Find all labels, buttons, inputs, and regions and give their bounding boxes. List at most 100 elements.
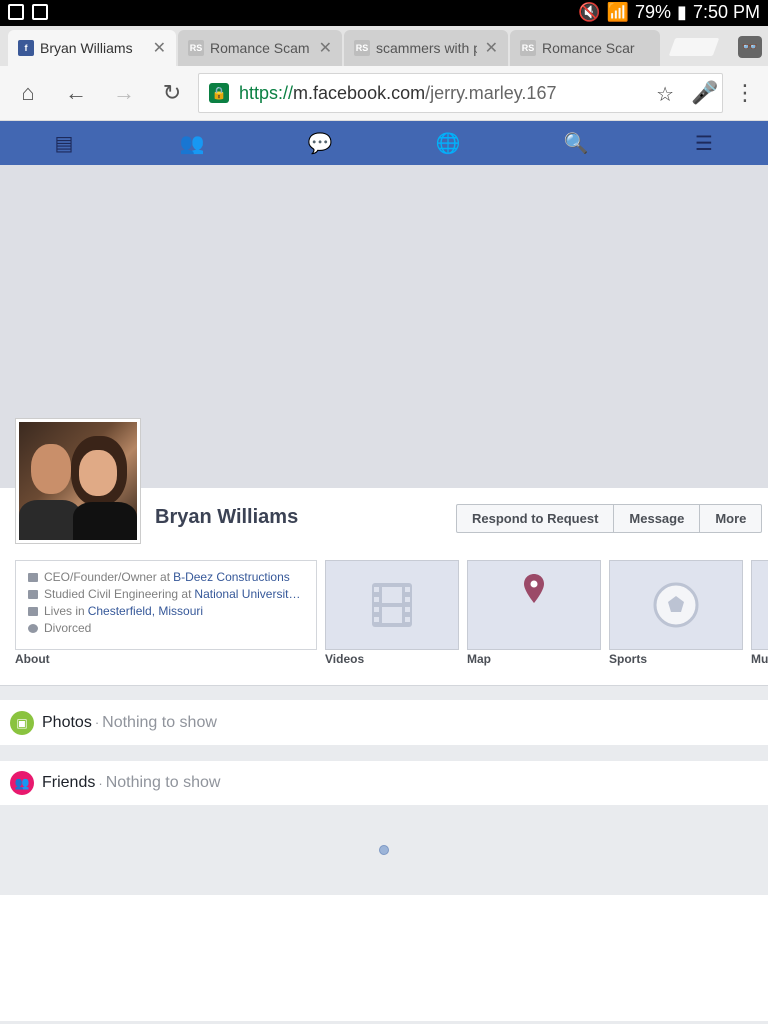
separator-dot: ·	[94, 715, 100, 730]
status-left	[8, 4, 48, 20]
profile-picture[interactable]	[15, 418, 141, 544]
photos-icon: ▣	[10, 710, 34, 735]
map-pin-icon	[524, 574, 544, 603]
url-scheme: https://	[239, 82, 294, 103]
tab-title: Romance Scar	[542, 40, 635, 56]
wifi-icon: 📶	[606, 2, 630, 22]
photo-detail	[73, 502, 137, 540]
friend-requests-icon[interactable]: 👥	[177, 128, 207, 158]
notifications-globe-icon[interactable]: 🌐	[433, 128, 463, 158]
soccer-ball-icon	[653, 582, 699, 628]
back-icon[interactable]: ←	[61, 78, 91, 108]
email-icon	[32, 4, 48, 20]
sports-label[interactable]: Sports	[609, 652, 647, 666]
separator-dot: ·	[98, 775, 103, 791]
map-tile[interactable]	[467, 560, 601, 650]
friends-section[interactable]: 👥 Friends · Nothing to show	[0, 761, 768, 805]
mic-icon[interactable]: 🎤	[690, 78, 720, 108]
url-host: m.facebook.com	[293, 82, 426, 103]
message-button[interactable]: Message	[614, 505, 701, 532]
profile-photo-image	[19, 422, 137, 540]
about-relationship: Divorced	[28, 620, 304, 637]
education-icon	[28, 590, 38, 599]
new-tab-button[interactable]	[668, 38, 720, 56]
lives-link[interactable]: Chesterfield, Missouri	[88, 603, 203, 620]
battery-icon: ▮	[677, 2, 687, 22]
photo-detail	[31, 444, 71, 494]
videos-tile[interactable]	[325, 560, 459, 650]
photos-title: Photos	[42, 713, 92, 731]
briefcase-icon	[28, 573, 38, 582]
section-divider	[0, 686, 768, 700]
lives-prefix: Lives in	[44, 604, 85, 618]
close-tab-icon[interactable]: ✕	[153, 38, 166, 58]
about-label[interactable]: About	[15, 652, 50, 666]
videos-label[interactable]: Videos	[325, 652, 364, 666]
map-label[interactable]: Map	[467, 652, 491, 666]
url-text: https://m.facebook.com/jerry.marley.167	[239, 83, 556, 104]
rs-favicon-icon: RS	[188, 40, 204, 56]
notification-icon	[8, 4, 24, 20]
about-lives: Lives in Chesterfield, Missouri	[28, 603, 304, 620]
loading-spinner-icon	[379, 845, 389, 855]
home-icon[interactable]: ⌂	[13, 78, 43, 108]
url-path: /jerry.marley.167	[425, 82, 557, 103]
profile-name: Bryan Williams	[155, 506, 299, 528]
work-link[interactable]: B-Deez Constructions	[173, 569, 290, 586]
facebook-favicon-icon: f	[18, 40, 34, 56]
menu-dots-icon[interactable]: ⋮	[730, 78, 760, 108]
status-bar: 🔇 📶 79% ▮ 7:50 PM	[0, 0, 768, 26]
more-button[interactable]: More	[700, 505, 761, 532]
heart-icon	[28, 624, 38, 633]
close-tab-icon[interactable]: ✕	[319, 38, 332, 58]
browser-toolbar: ⌂ ← → ↻ 🔒 https://m.facebook.com/jerry.m…	[0, 66, 768, 121]
news-feed-icon[interactable]: ▤	[49, 128, 79, 158]
sports-tile[interactable]	[609, 560, 743, 650]
incognito-icon[interactable]: 👓	[738, 36, 762, 58]
photo-detail	[19, 500, 81, 540]
home-location-icon	[28, 607, 38, 616]
reload-icon[interactable]: ↻	[157, 78, 187, 108]
mute-icon: 🔇	[578, 2, 601, 22]
bookmark-star-icon[interactable]: ☆	[656, 82, 674, 107]
photo-detail	[79, 450, 117, 496]
tab-scammers[interactable]: RS scammers with p ✕	[344, 30, 508, 66]
screen: 🔇 📶 79% ▮ 7:50 PM f Bryan Williams ✕ RS …	[0, 0, 768, 1024]
tab-strip: f Bryan Williams ✕ RS Romance Scam ✕ RS …	[0, 26, 768, 66]
tab-title: scammers with p	[376, 40, 477, 56]
hamburger-menu-icon[interactable]: ☰	[689, 128, 719, 158]
search-icon[interactable]: 🔍	[561, 128, 591, 158]
friends-empty-text: Nothing to show	[105, 774, 221, 791]
about-work: CEO/Founder/Owner at B-Deez Construction…	[28, 569, 304, 586]
tab-romance-scam-1[interactable]: RS Romance Scam ✕	[178, 30, 342, 66]
status-right: 🔇 📶 79% ▮ 7:50 PM	[578, 2, 760, 23]
photos-section[interactable]: ▣ Photos · Nothing to show	[0, 700, 768, 745]
clock: 7:50 PM	[692, 2, 760, 22]
tab-bryan-williams[interactable]: f Bryan Williams ✕	[8, 30, 176, 66]
messages-icon[interactable]: 💬	[305, 128, 335, 158]
close-tab-icon[interactable]: ✕	[485, 38, 498, 58]
music-label[interactable]: Mu	[751, 652, 768, 666]
respond-to-request-button[interactable]: Respond to Request	[457, 505, 615, 532]
lock-icon: 🔒	[209, 83, 229, 103]
section-divider	[0, 745, 768, 761]
education-prefix: Studied Civil Engineering at	[44, 587, 192, 601]
about-card[interactable]: CEO/Founder/Owner at B-Deez Construction…	[15, 560, 317, 650]
facebook-nav-bar: ▤ 👥 💬 🌐 🔍 ☰	[0, 121, 768, 165]
battery-percent: 79%	[635, 2, 672, 22]
forward-icon[interactable]: →	[109, 78, 139, 108]
music-tile[interactable]	[751, 560, 768, 650]
address-bar[interactable]: 🔒 https://m.facebook.com/jerry.marley.16…	[198, 73, 723, 113]
rs-favicon-icon: RS	[520, 40, 536, 56]
photos-empty-text: Nothing to show	[102, 713, 217, 731]
about-education: Studied Civil Engineering at National Un…	[28, 586, 304, 603]
tab-title: Romance Scam	[210, 40, 310, 56]
relationship-status: Divorced	[44, 621, 92, 635]
education-link[interactable]: National University ...	[194, 586, 304, 603]
work-prefix: CEO/Founder/Owner at	[44, 570, 171, 584]
film-icon	[372, 583, 412, 627]
tab-title: Bryan Williams	[40, 40, 133, 56]
tab-romance-scam-2[interactable]: RS Romance Scar	[510, 30, 660, 66]
rs-favicon-icon: RS	[354, 40, 370, 56]
friends-icon: 👥	[10, 771, 34, 795]
